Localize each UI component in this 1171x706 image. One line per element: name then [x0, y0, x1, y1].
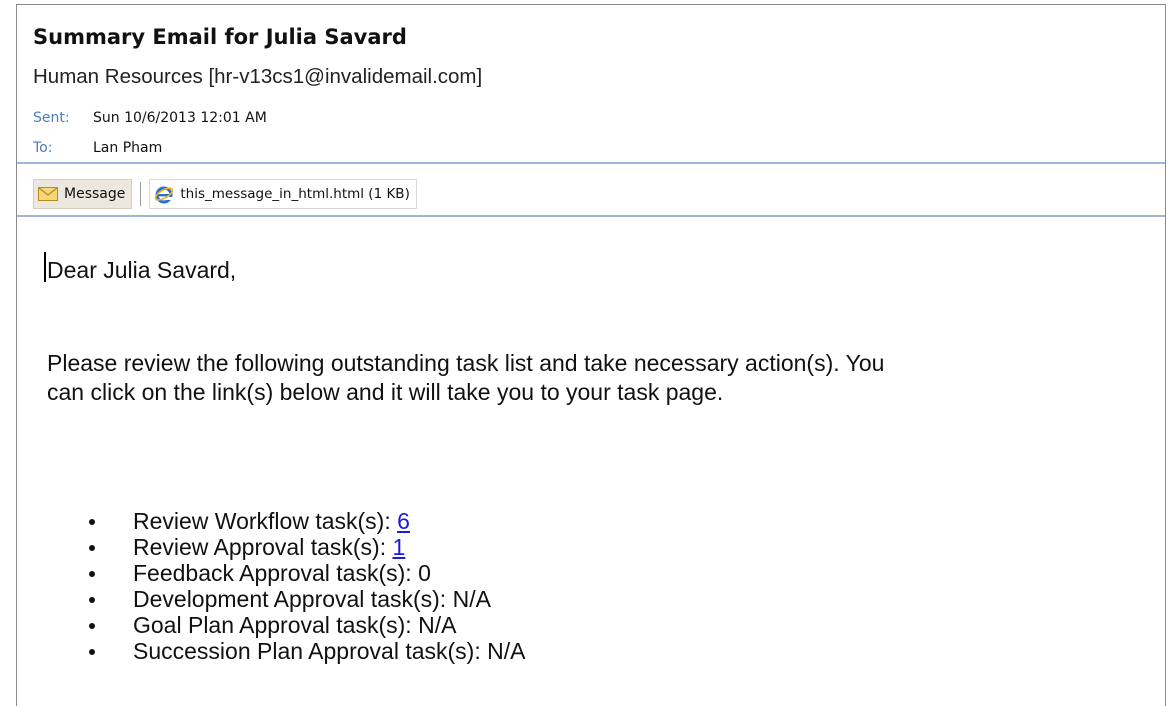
bullet-icon [89, 597, 95, 603]
task-label: Review Workflow task(s): [133, 508, 398, 534]
greeting: Dear Julia Savard, [47, 257, 237, 283]
email-sender[interactable]: Human Resources [hr-v13cs1@invalidemail.… [33, 65, 482, 89]
message-button-label: Message [64, 186, 126, 202]
task-label: Goal Plan Approval task(s): [133, 612, 419, 638]
task-item: Goal Plan Approval task(s): N/A [47, 612, 525, 638]
task-label: Development Approval task(s): [133, 586, 453, 612]
bullet-icon [89, 571, 95, 577]
task-count: N/A [418, 612, 457, 638]
task-count: N/A [452, 586, 491, 612]
envelope-icon [38, 187, 58, 201]
email-subject: Summary Email for Julia Savard [33, 25, 407, 49]
bullet-icon [89, 545, 95, 551]
task-label: Succession Plan Approval task(s): [133, 638, 488, 664]
task-label: Feedback Approval task(s): [133, 560, 419, 586]
task-count: 0 [418, 560, 431, 586]
attachment-bar: Message this_message_in_html.html (1 KB) [33, 177, 417, 211]
text-cursor [44, 252, 46, 282]
sent-label: Sent: [33, 110, 70, 126]
sent-value: Sun 10/6/2013 12:01 AM [93, 110, 267, 126]
to-row: To: Lan Pham [33, 140, 162, 156]
to-recipient[interactable]: Lan Pham [93, 140, 162, 156]
intro-line-2: can click on the link(s) below and it wi… [47, 379, 724, 405]
task-list: Review Workflow task(s): 6 Review Approv… [47, 508, 525, 664]
task-item: Feedback Approval task(s): 0 [47, 560, 525, 586]
internet-explorer-icon [155, 186, 174, 204]
sent-row: Sent: Sun 10/6/2013 12:01 AM [33, 110, 267, 126]
task-item: Development Approval task(s): N/A [47, 586, 525, 612]
task-item: Review Approval task(s): 1 [47, 534, 525, 560]
attachment-divider [140, 182, 142, 206]
task-label: Review Approval task(s): [133, 534, 393, 560]
header-separator [17, 162, 1165, 164]
task-item: Succession Plan Approval task(s): N/A [47, 638, 525, 664]
bullet-icon [89, 519, 95, 525]
task-count-link[interactable]: 1 [392, 534, 405, 560]
attachment-file-label: this_message_in_html.html (1 KB) [180, 186, 410, 202]
bullet-icon [89, 649, 95, 655]
body-separator [17, 215, 1165, 217]
task-count-link[interactable]: 6 [397, 508, 410, 534]
attachment-file[interactable]: this_message_in_html.html (1 KB) [149, 179, 417, 209]
task-item: Review Workflow task(s): 6 [47, 508, 525, 534]
message-button[interactable]: Message [33, 179, 133, 209]
intro-line-1: Please review the following outstanding … [47, 350, 885, 376]
bullet-icon [89, 623, 95, 629]
to-label: To: [33, 140, 53, 156]
task-count: N/A [487, 638, 526, 664]
